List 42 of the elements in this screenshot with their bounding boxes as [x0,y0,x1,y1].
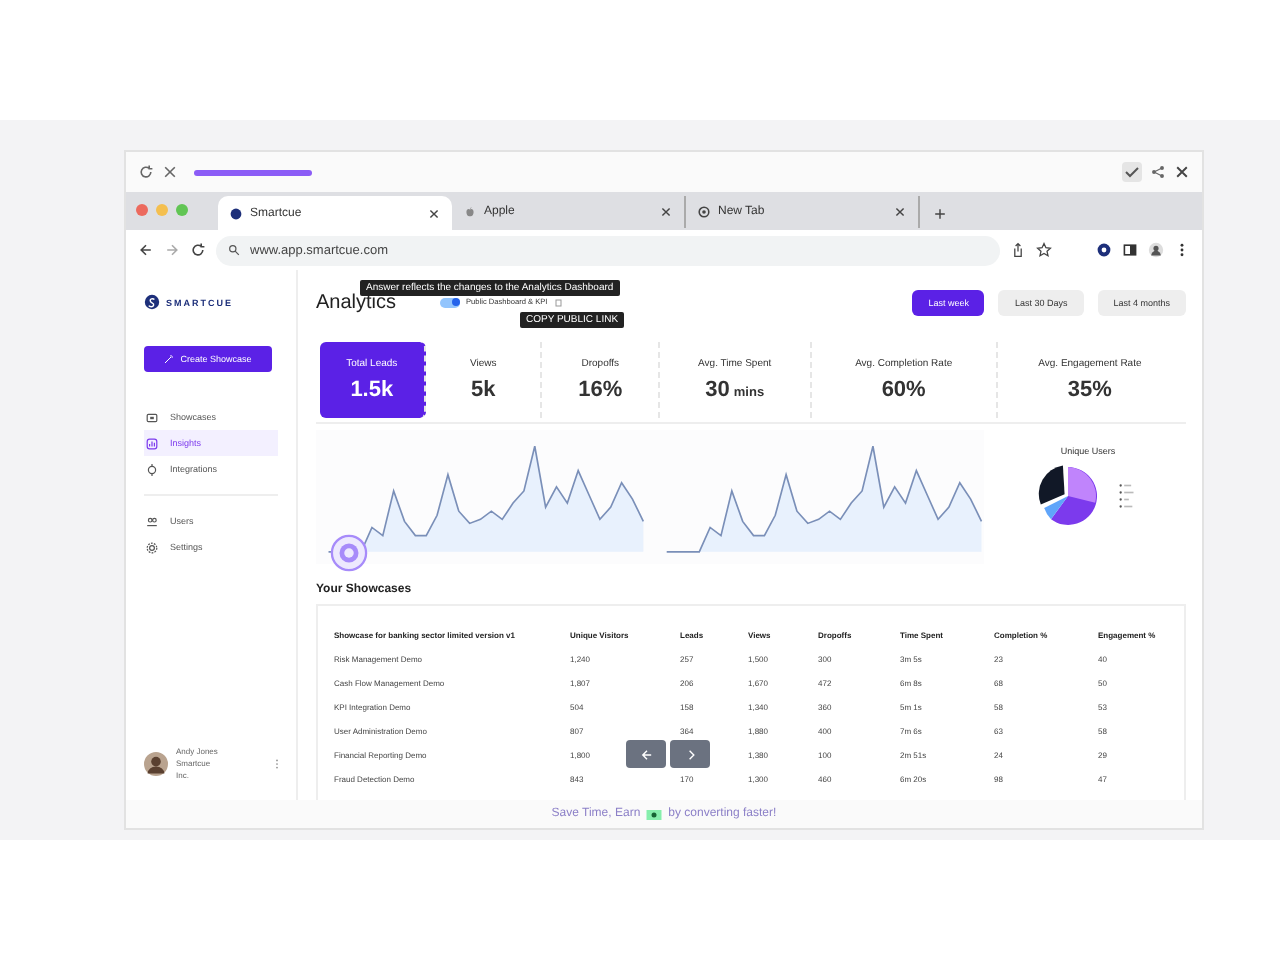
reload-icon[interactable] [190,242,206,258]
check-icon[interactable] [1122,162,1142,182]
close-icon[interactable] [894,206,906,218]
money-icon [646,809,663,819]
stat-value: 16% [578,378,623,402]
chevron-right-icon [683,747,697,761]
share-icon[interactable] [1010,242,1026,258]
chart-icon [146,437,158,449]
close-icon[interactable] [1174,164,1190,180]
stat-value: 1.5k [350,378,394,402]
stat-value: 5k [470,378,496,402]
reload-icon[interactable] [138,164,154,180]
users-icon [146,515,158,527]
apple-icon [464,206,476,218]
previous-button[interactable] [626,740,666,768]
close-icon[interactable] [428,207,440,219]
stat-value: 30 [705,378,730,402]
page-title: Analytics [316,291,399,313]
wand-icon [164,354,175,364]
close-icon[interactable] [162,164,178,180]
logo-icon [230,207,242,219]
click-indicator-icon [330,534,368,572]
avatar [144,751,168,775]
search-icon [228,244,240,256]
logo-icon [144,294,160,310]
pie-chart [1034,462,1102,530]
profile-icon[interactable] [1148,242,1164,258]
extension-icon[interactable] [1096,242,1112,258]
new-tab-icon[interactable] [934,208,946,220]
globe-icon [698,206,710,218]
star-icon[interactable] [1036,242,1052,258]
screen-icon [146,411,158,423]
stat-value: 35% [1067,378,1112,402]
sidebar-icon[interactable] [1122,242,1138,258]
share-icon[interactable] [1150,164,1166,180]
back-icon[interactable] [138,242,154,258]
next-button[interactable] [670,740,710,768]
toggle-switch[interactable] [440,297,460,307]
gear-icon [146,541,158,553]
stat-value: 60% [881,378,926,402]
close-icon[interactable] [660,206,672,218]
left-arrow-icon [639,747,653,761]
